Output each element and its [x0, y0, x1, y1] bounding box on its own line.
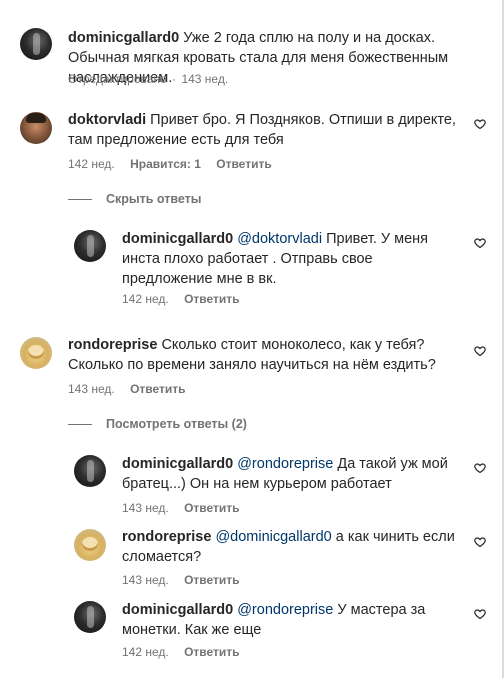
reply-mention[interactable]: @rondoreprise — [237, 602, 333, 618]
reply-time[interactable]: 143 нед. — [122, 573, 169, 587]
view-replies-label: Посмотреть ответы (2) — [106, 417, 247, 431]
comment-body: doktorvladi Привет бро. Я Поздняков. Отпи… — [68, 110, 468, 150]
hide-replies-button[interactable]: Скрыть ответы — [68, 191, 201, 207]
reply-time[interactable]: 143 нед. — [122, 501, 169, 515]
reply-button[interactable]: Ответить — [184, 573, 239, 587]
reply-mention[interactable]: @rondoreprise — [237, 456, 333, 472]
reply-button[interactable]: Ответить — [130, 382, 185, 396]
reply-username[interactable]: dominicgallard0 — [122, 231, 233, 247]
comment-username[interactable]: dominicgallard0 — [68, 30, 179, 46]
reply-mention[interactable]: @dominicgallard0 — [215, 529, 331, 545]
comment-meta: 142 нед. Нравится: 1 Ответить — [68, 156, 284, 172]
reply-time[interactable]: 142 нед. — [122, 292, 169, 306]
reply-time[interactable]: 142 нед. — [122, 645, 169, 659]
like-heart-icon[interactable] — [474, 237, 486, 249]
avatar-rondoreprise[interactable] — [74, 529, 106, 561]
reply-username[interactable]: dominicgallard0 — [122, 456, 233, 472]
reply-button[interactable]: Ответить — [216, 157, 271, 171]
comment-time[interactable]: 143 нед. — [181, 72, 228, 86]
avatar-dominicgallard0[interactable] — [74, 455, 106, 487]
comment-time[interactable]: 143 нед. — [68, 382, 115, 396]
avatar-doktorvladi[interactable] — [20, 112, 52, 144]
divider-line — [68, 199, 92, 201]
reply-body: rondoreprise @dominicgallard0 а как чинит… — [122, 527, 462, 567]
comment-username[interactable]: rondoreprise — [68, 337, 157, 353]
reply-meta: 142 нед. Ответить — [122, 291, 252, 307]
avatar-dominicgallard0[interactable] — [20, 28, 52, 60]
like-heart-icon[interactable] — [474, 608, 486, 620]
like-heart-icon[interactable] — [474, 536, 486, 548]
reply-username[interactable]: rondoreprise — [122, 529, 211, 545]
reply-button[interactable]: Ответить — [184, 292, 239, 306]
reply-mention[interactable]: @doktorvladi — [237, 231, 322, 247]
like-heart-icon[interactable] — [474, 118, 486, 130]
likes-count[interactable]: Нравится: 1 — [130, 157, 201, 171]
reply-meta: 142 нед. Ответить — [122, 644, 252, 660]
comment-meta: 143 нед. Ответить — [68, 381, 198, 397]
view-replies-button[interactable]: Посмотреть ответы (2) — [68, 416, 247, 432]
reply-body: dominicgallard0 @doktorvladi Привет. У ме… — [122, 229, 466, 289]
reply-button[interactable]: Ответить — [184, 501, 239, 515]
avatar-dominicgallard0[interactable] — [74, 601, 106, 633]
reply-body: dominicgallard0 @rondoreprise Да такой уж… — [122, 454, 462, 494]
avatar-dominicgallard0[interactable] — [74, 230, 106, 262]
avatar-rondoreprise[interactable] — [20, 337, 52, 369]
comment-body: rondoreprise Сколько стоит моноколесо, ка… — [68, 335, 448, 375]
edited-label: Отредактировано — [68, 72, 167, 86]
reply-meta: 143 нед. Ответить — [122, 500, 252, 516]
like-heart-icon[interactable] — [474, 345, 486, 357]
like-heart-icon[interactable] — [474, 462, 486, 474]
comment-time[interactable]: 142 нед. — [68, 157, 115, 171]
comment-username[interactable]: doktorvladi — [68, 112, 146, 128]
reply-meta: 143 нед. Ответить — [122, 572, 252, 588]
reply-button[interactable]: Ответить — [184, 645, 239, 659]
divider-line — [68, 424, 92, 426]
reply-body: dominicgallard0 @rondoreprise У мастера з… — [122, 600, 442, 640]
comment-meta: Отредактировано · 143 нед. — [68, 72, 229, 86]
reply-username[interactable]: dominicgallard0 — [122, 602, 233, 618]
hide-replies-label: Скрыть ответы — [106, 192, 202, 206]
